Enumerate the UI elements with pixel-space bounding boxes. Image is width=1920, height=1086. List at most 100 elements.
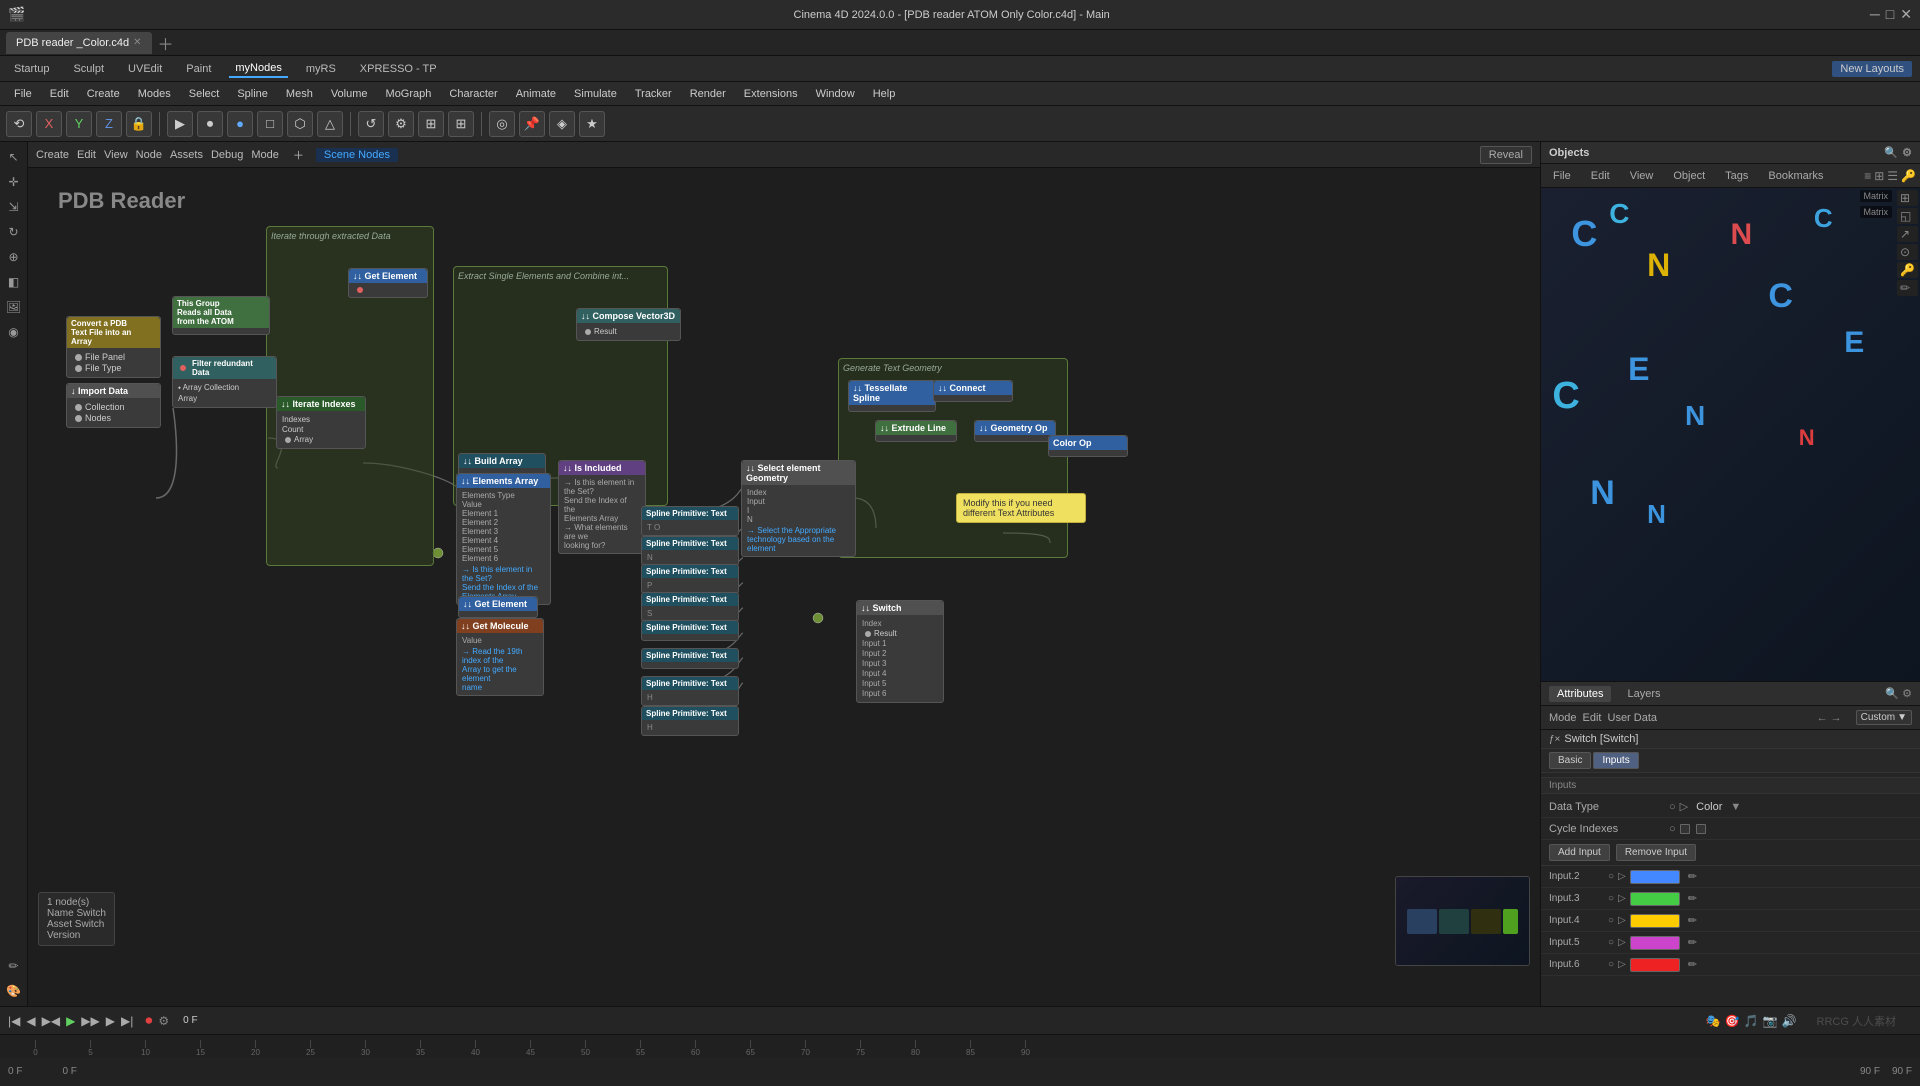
ne-create[interactable]: Create	[36, 149, 69, 161]
tl-icon1[interactable]: 🎭	[1706, 1014, 1721, 1028]
input5-icon2[interactable]: ▷	[1618, 937, 1626, 948]
input3-edit[interactable]: ✏	[1688, 892, 1697, 905]
tool-model[interactable]: ◧	[3, 271, 25, 293]
attr-nav-back[interactable]: ←	[1817, 712, 1828, 724]
node-spline-text-5[interactable]: Spline Primitive: Text	[641, 620, 739, 641]
layout-new[interactable]: New Layouts	[1832, 61, 1912, 77]
transport-to-start[interactable]: |◀	[8, 1014, 20, 1028]
tool-circle[interactable]: ◎	[489, 111, 515, 137]
tool-undo[interactable]: ⟲	[6, 111, 32, 137]
settings-icon-objects[interactable]: ⚙	[1902, 146, 1912, 159]
transport-play[interactable]: ▶	[66, 1014, 75, 1028]
node-extrude-line[interactable]: ↓↓ Extrude Line	[875, 420, 957, 442]
transport-to-end[interactable]: ▶|	[121, 1014, 133, 1028]
tab-tags[interactable]: Tags	[1717, 168, 1756, 184]
tool-record[interactable]: ⏺	[197, 111, 223, 137]
input6-color[interactable]	[1630, 958, 1680, 972]
node-iterate-indexes[interactable]: ↓↓ Iterate Indexes Indexes Count Array	[276, 396, 366, 449]
node-spline-text-6[interactable]: Spline Primitive: Text	[641, 648, 739, 669]
node-canvas[interactable]: PDB Reader	[28, 168, 1540, 1006]
input2-icon2[interactable]: ▷	[1618, 871, 1626, 882]
input5-edit[interactable]: ✏	[1688, 936, 1697, 949]
menu-create[interactable]: Create	[79, 86, 128, 102]
node-spline-text-7[interactable]: Spline Primitive: Text H	[641, 676, 739, 706]
tl-icon5[interactable]: 🔊	[1782, 1014, 1797, 1028]
layout-startup[interactable]: Startup	[8, 61, 55, 77]
node-connect[interactable]: ↓↓ Connect	[933, 380, 1013, 402]
node-switch[interactable]: ↓↓ Switch Index Result Input 1 Input 2 I…	[856, 600, 944, 703]
menu-modes[interactable]: Modes	[130, 86, 179, 102]
transport-next[interactable]: ▶▶	[81, 1014, 99, 1028]
node-spline-text-2[interactable]: Spline Primitive: Text N	[641, 536, 739, 566]
viewport-3d[interactable]: C C N N C C E C E N N N N ⊞ ◱ ↗ ⊙ 🔑	[1541, 188, 1920, 681]
tool-settings[interactable]: ⚙	[388, 111, 414, 137]
menu-help[interactable]: Help	[865, 86, 904, 102]
tool-paint[interactable]: 🎨	[3, 980, 25, 1002]
attr-userdata-btn[interactable]: User Data	[1608, 712, 1658, 724]
attr-tab-attributes[interactable]: Attributes	[1549, 686, 1611, 702]
tool-move[interactable]: ✛	[3, 171, 25, 193]
obj-icon2[interactable]: ⊞	[1874, 169, 1884, 183]
node-get-molecule[interactable]: ↓↓ Get Molecule Value → Read the 19th in…	[456, 618, 544, 696]
node-import-data[interactable]: ↓ Import Data Collection Nodes	[66, 383, 161, 428]
menu-spline[interactable]: Spline	[229, 86, 276, 102]
input2-icon1[interactable]: ○	[1608, 871, 1614, 882]
maximize-btn[interactable]: □	[1886, 6, 1894, 23]
reveal-input[interactable]: Reveal	[1480, 146, 1532, 164]
transport-prev[interactable]: ▶◀	[42, 1014, 60, 1028]
obj-icon4[interactable]: 🔑	[1901, 169, 1916, 183]
attr-nav-fwd[interactable]: →	[1831, 712, 1842, 724]
data-type-dropdown[interactable]: ▼	[1730, 801, 1741, 813]
ne-assets[interactable]: Assets	[170, 149, 203, 161]
menu-simulate[interactable]: Simulate	[566, 86, 625, 102]
menu-render[interactable]: Render	[682, 86, 734, 102]
tool-texture[interactable]: 🖼	[3, 296, 25, 318]
menu-file[interactable]: File	[6, 86, 40, 102]
input6-icon1[interactable]: ○	[1608, 959, 1614, 970]
tab-edit-obj[interactable]: Edit	[1583, 168, 1618, 184]
node-spline-text-8[interactable]: Spline Primitive: Text H	[641, 706, 739, 736]
tool-y[interactable]: Y	[66, 111, 92, 137]
attr-inputs-tab[interactable]: Inputs	[1593, 752, 1638, 769]
layout-mynodes[interactable]: myNodes	[229, 60, 287, 78]
menu-volume[interactable]: Volume	[323, 86, 376, 102]
record-settings[interactable]: ⚙	[158, 1014, 169, 1028]
vp-ctrl6[interactable]: ✏	[1897, 280, 1918, 296]
node-is-included[interactable]: ↓↓ Is Included → Is this element in the …	[558, 460, 646, 554]
node-convert-pdb[interactable]: Convert a PDBText File into anArray File…	[66, 316, 161, 378]
tool-sphere[interactable]: ●	[227, 111, 253, 137]
input2-edit[interactable]: ✏	[1688, 870, 1697, 883]
tool-geo2[interactable]: △	[317, 111, 343, 137]
tool-cube[interactable]: □	[257, 111, 283, 137]
node-spline-text-4[interactable]: Spline Primitive: Text S	[641, 592, 739, 622]
node-get-element-top[interactable]: ↓↓ Get Element	[348, 268, 428, 298]
close-btn[interactable]: ✕	[1900, 6, 1912, 23]
layout-xpresso[interactable]: XPRESSO - TP	[354, 61, 443, 77]
tool-render2[interactable]: ◈	[549, 111, 575, 137]
tab-close-btn[interactable]: ✕	[133, 37, 141, 48]
tool-rotate2[interactable]: ↻	[3, 221, 25, 243]
tool-x[interactable]: X	[36, 111, 62, 137]
tl-icon3[interactable]: 🎵	[1744, 1014, 1759, 1028]
menu-select[interactable]: Select	[181, 86, 228, 102]
input3-icon1[interactable]: ○	[1608, 893, 1614, 904]
node-spline-text-3[interactable]: Spline Primitive: Text P	[641, 564, 739, 594]
tab-pdb-reader[interactable]: PDB reader _Color.c4d ✕	[6, 32, 152, 54]
tool-play[interactable]: ▶	[167, 111, 193, 137]
input2-color[interactable]	[1630, 870, 1680, 884]
vp-ctrl2[interactable]: ◱	[1897, 208, 1918, 224]
obj-icon3[interactable]: ☰	[1887, 169, 1898, 183]
cycle-checkbox2[interactable]	[1696, 824, 1706, 834]
tab-file[interactable]: File	[1545, 168, 1579, 184]
vp-ctrl3[interactable]: ↗	[1897, 226, 1918, 242]
tool-scale[interactable]: ⇲	[3, 196, 25, 218]
ne-debug[interactable]: Debug	[211, 149, 243, 161]
input4-edit[interactable]: ✏	[1688, 914, 1697, 927]
input3-color[interactable]	[1630, 892, 1680, 906]
menu-extensions[interactable]: Extensions	[736, 86, 806, 102]
menu-window[interactable]: Window	[808, 86, 863, 102]
attr-icon1[interactable]: 🔍	[1885, 687, 1899, 700]
tool-snap[interactable]: ⊞	[448, 111, 474, 137]
tool-star[interactable]: ★	[579, 111, 605, 137]
vp-ctrl1[interactable]: ⊞	[1897, 190, 1918, 206]
